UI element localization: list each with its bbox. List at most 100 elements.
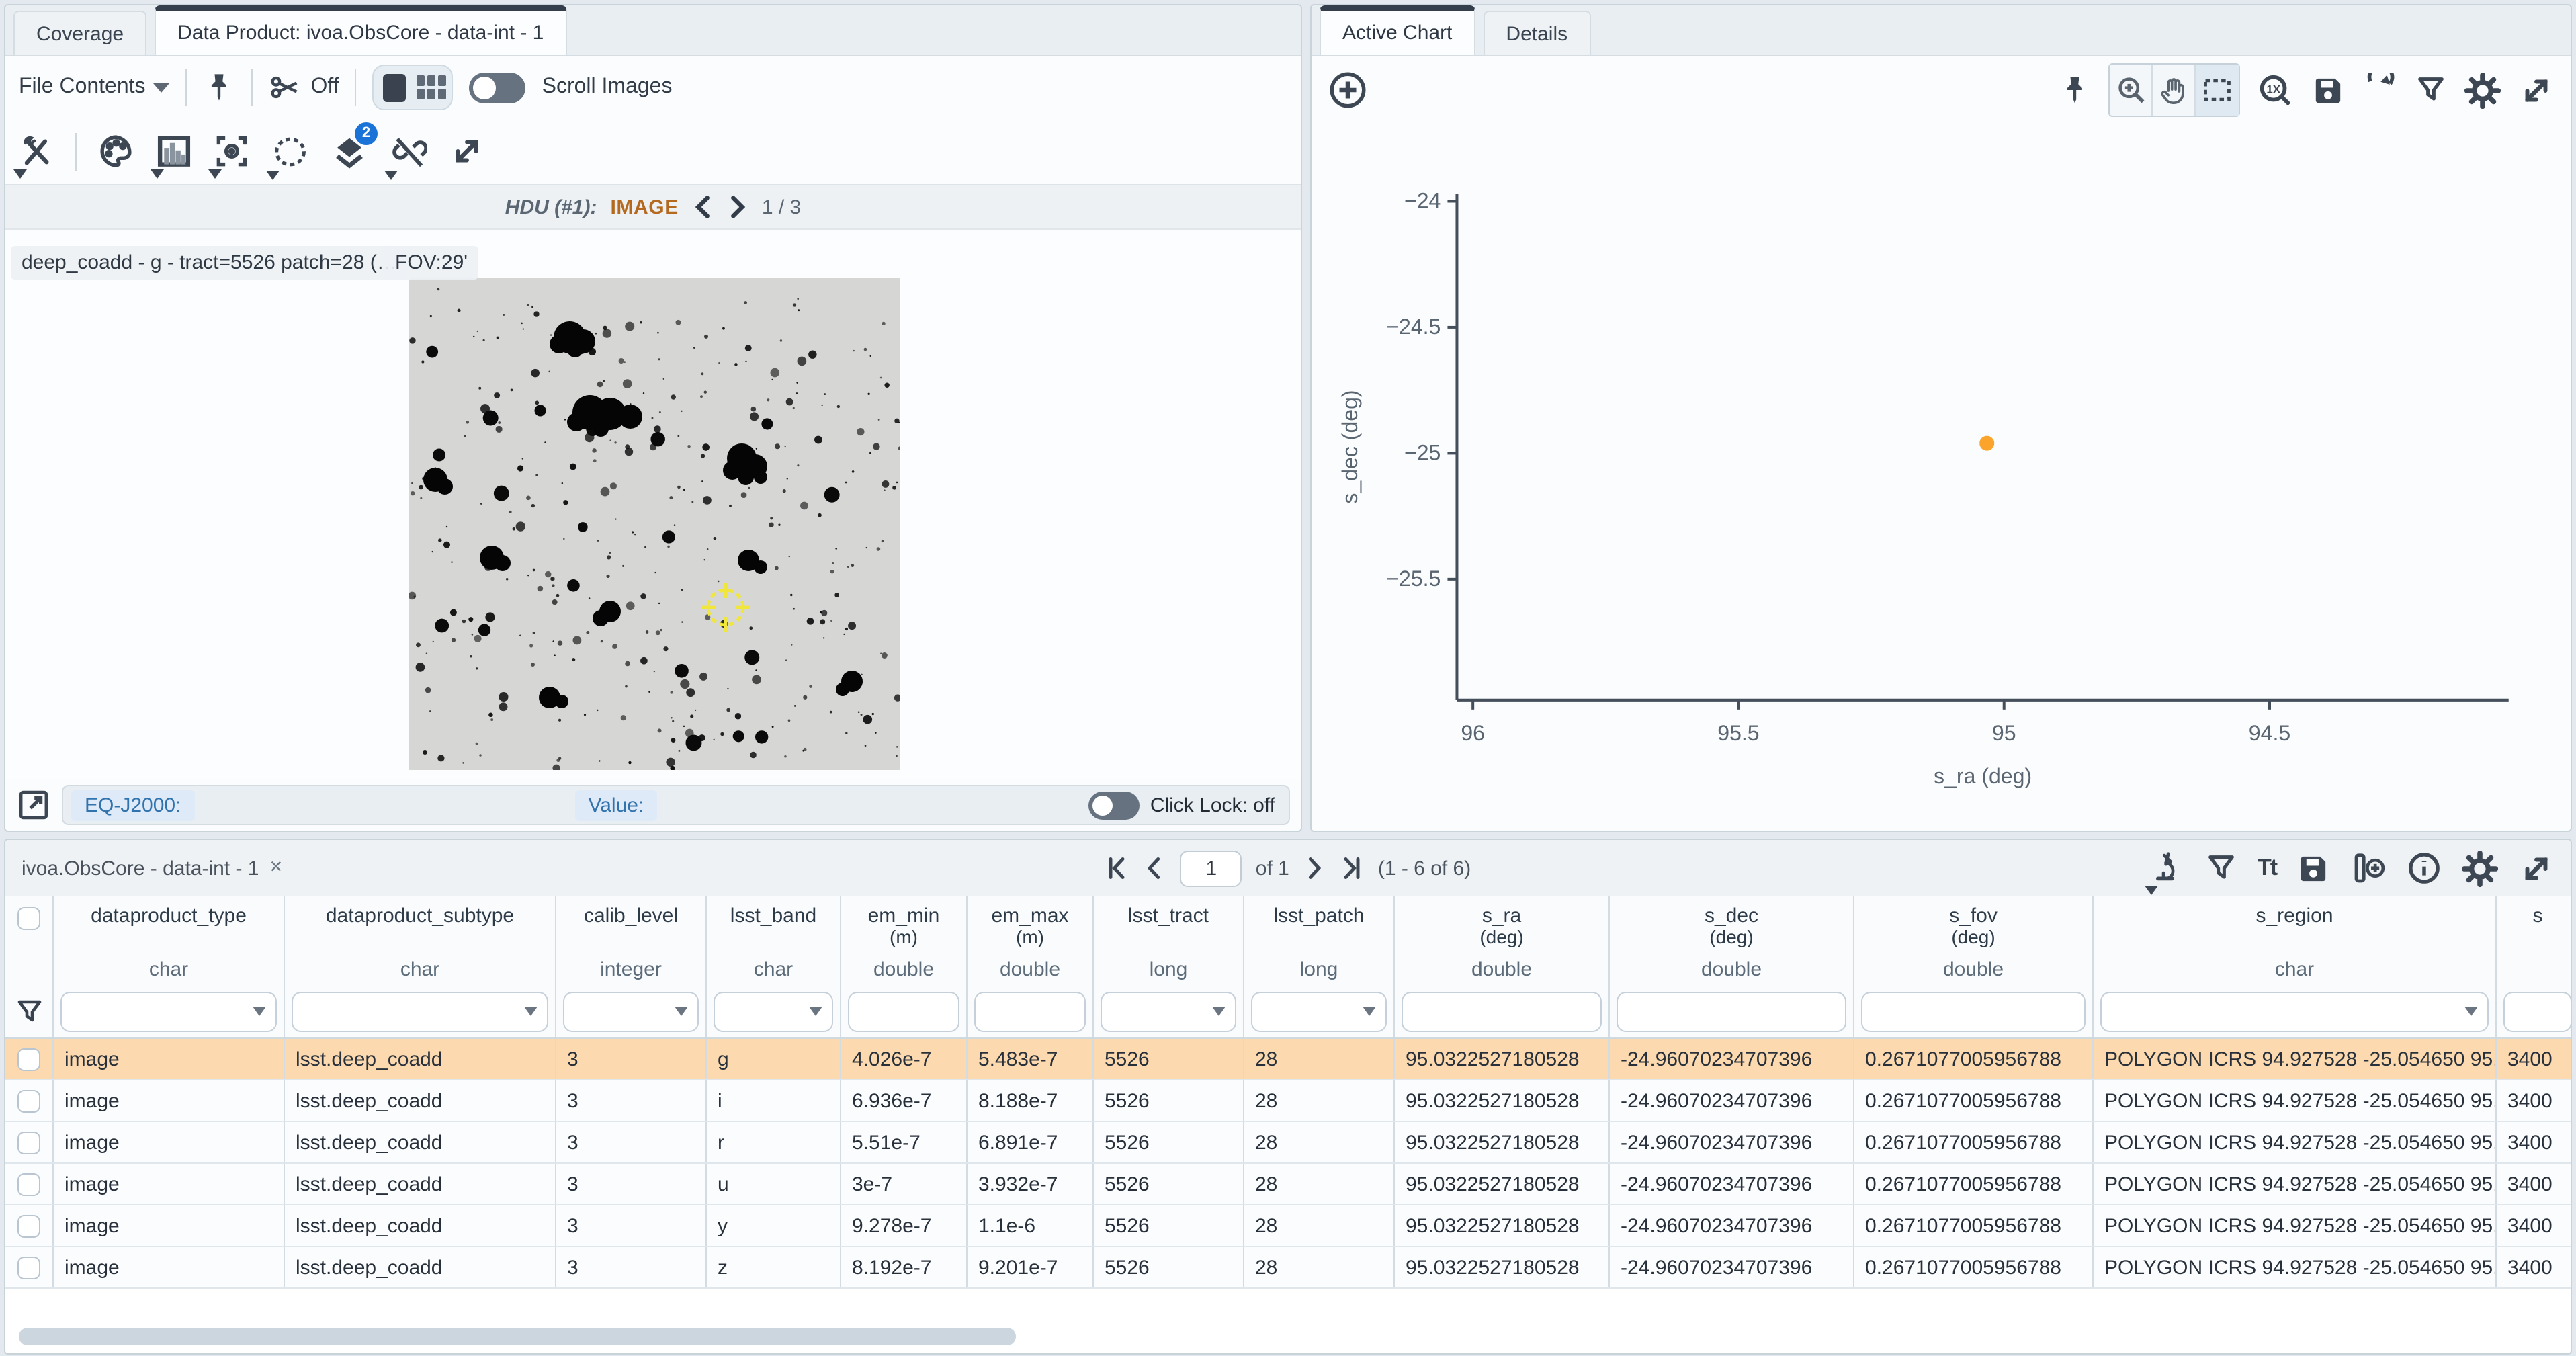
- table-cell: -24.96070234707396: [1610, 1122, 1854, 1162]
- color-palette-icon[interactable]: [98, 133, 134, 169]
- tools-icon[interactable]: [19, 134, 54, 169]
- pan-mode-button[interactable]: [2153, 65, 2196, 116]
- column-header-em_min[interactable]: em_min(m)double: [841, 896, 968, 985]
- file-contents-dropdown[interactable]: File Contents: [19, 75, 170, 99]
- click-lock-toggle[interactable]: [1088, 791, 1140, 819]
- previous-hdu-icon[interactable]: [692, 195, 714, 219]
- filter-input[interactable]: [2503, 991, 2571, 1031]
- data-point[interactable]: [1979, 436, 1994, 451]
- star: [834, 593, 839, 597]
- column-header-calib_level[interactable]: calib_levelinteger: [556, 896, 707, 985]
- text-view-icon[interactable]: Tt: [2258, 855, 2276, 882]
- single-view-button[interactable]: [378, 70, 411, 105]
- add-column-icon[interactable]: [2350, 850, 2387, 886]
- close-table-icon[interactable]: ×: [270, 856, 283, 880]
- column-header-s[interactable]: s: [2497, 896, 2571, 985]
- filter-input[interactable]: [1101, 991, 1236, 1031]
- scatter-chart[interactable]: −24−24.5−25−25.59695.59594.5s_ra (deg)s_…: [1312, 124, 2571, 831]
- unlink-wcs-icon[interactable]: [390, 132, 427, 170]
- filter-input[interactable]: [848, 991, 959, 1031]
- column-header-em_max[interactable]: em_max(m)double: [968, 896, 1094, 985]
- table-settings-icon[interactable]: [2462, 850, 2498, 886]
- coordinate-readout-label[interactable]: EQ-J2000:: [71, 790, 194, 820]
- table-row[interactable]: imagelsst.deep_coadd3g4.026e-75.483e-755…: [5, 1039, 2571, 1080]
- table-row[interactable]: imagelsst.deep_coadd3u3e-73.932e-7552628…: [5, 1164, 2571, 1205]
- zoom-in-mode-button[interactable]: [2110, 65, 2153, 116]
- table-row[interactable]: imagelsst.deep_coadd3z8.192e-79.201e-755…: [5, 1247, 2571, 1289]
- column-header-dataproduct_type[interactable]: dataproduct_typechar: [54, 896, 285, 985]
- recenter-icon[interactable]: [214, 133, 250, 169]
- scroll-images-toggle[interactable]: [470, 72, 526, 103]
- expand-icon[interactable]: [449, 133, 485, 169]
- tab-active-chart[interactable]: Active Chart: [1320, 5, 1475, 55]
- filter-input[interactable]: [1402, 991, 1602, 1031]
- restore-chart-icon[interactable]: [2362, 73, 2397, 108]
- data-inspector-icon[interactable]: [2150, 851, 2185, 886]
- last-page-icon[interactable]: [1340, 856, 1365, 880]
- save-chart-icon[interactable]: [2311, 73, 2345, 107]
- filter-row-icon[interactable]: [5, 985, 54, 1037]
- column-header-s_dec[interactable]: s_dec(deg)double: [1610, 896, 1854, 985]
- filter-table-icon[interactable]: [2205, 852, 2237, 884]
- filter-input[interactable]: [1861, 991, 2086, 1031]
- expand-chart-icon[interactable]: [2518, 72, 2554, 108]
- horizontal-scrollbar[interactable]: [19, 1328, 1016, 1345]
- tab-data-product[interactable]: Data Product: ivoa.ObsCore - data-int - …: [155, 5, 566, 55]
- stretch-histogram-icon[interactable]: [156, 133, 192, 169]
- select-region-icon[interactable]: [271, 132, 309, 170]
- table-row[interactable]: imagelsst.deep_coadd3y9.278e-71.1e-65526…: [5, 1205, 2571, 1247]
- layers-icon[interactable]: 2: [331, 132, 368, 170]
- filter-input[interactable]: [563, 991, 699, 1031]
- filter-chart-icon[interactable]: [2415, 74, 2447, 106]
- star: [832, 562, 834, 564]
- page-number-input[interactable]: [1180, 850, 1242, 886]
- fits-image[interactable]: [409, 278, 900, 770]
- star: [433, 449, 445, 462]
- filter-input[interactable]: [60, 991, 277, 1031]
- grid-view-button[interactable]: [416, 70, 448, 105]
- star: [663, 378, 664, 380]
- column-header-dataproduct_subtype[interactable]: dataproduct_subtypechar: [285, 896, 556, 985]
- add-chart-icon[interactable]: [1328, 70, 1368, 110]
- filter-input[interactable]: [1251, 991, 1387, 1031]
- row-checkbox[interactable]: [5, 1080, 54, 1121]
- pin-icon[interactable]: [204, 71, 236, 103]
- table-info-icon[interactable]: [2407, 851, 2442, 886]
- column-header-lsst_tract[interactable]: lsst_tractlong: [1094, 896, 1244, 985]
- expand-table-icon[interactable]: [2518, 850, 2554, 886]
- star: [411, 491, 415, 495]
- zoom-original-icon[interactable]: 1X: [2258, 72, 2294, 108]
- tab-coverage[interactable]: Coverage: [13, 11, 146, 55]
- table-row[interactable]: imagelsst.deep_coadd3i6.936e-78.188e-755…: [5, 1080, 2571, 1122]
- select-all-checkbox[interactable]: [5, 896, 54, 985]
- row-checkbox[interactable]: [5, 1205, 54, 1246]
- row-checkbox[interactable]: [5, 1164, 54, 1204]
- previous-page-icon[interactable]: [1143, 856, 1167, 880]
- filter-input[interactable]: [974, 991, 1086, 1031]
- column-header-lsst_patch[interactable]: lsst_patchlong: [1244, 896, 1395, 985]
- table-row[interactable]: imagelsst.deep_coadd3r5.51e-76.891e-7552…: [5, 1122, 2571, 1164]
- select-area-mode-button[interactable]: [2196, 65, 2239, 116]
- filter-input[interactable]: [714, 991, 833, 1031]
- next-page-icon[interactable]: [1303, 856, 1327, 880]
- filter-input[interactable]: [2100, 991, 2489, 1031]
- table-tab-label[interactable]: ivoa.ObsCore - data-int - 1: [22, 857, 259, 880]
- row-checkbox[interactable]: [5, 1247, 54, 1287]
- tab-details[interactable]: Details: [1483, 11, 1590, 55]
- row-checkbox[interactable]: [5, 1122, 54, 1162]
- first-page-icon[interactable]: [1105, 856, 1129, 880]
- value-readout-label[interactable]: Value:: [574, 790, 657, 820]
- pin-chart-icon[interactable]: [2059, 74, 2091, 106]
- filter-input[interactable]: [1617, 991, 1846, 1031]
- column-header-s_fov[interactable]: s_fov(deg)double: [1854, 896, 2094, 985]
- external-view-icon[interactable]: [16, 788, 51, 822]
- column-header-s_region[interactable]: s_regionchar: [2094, 896, 2497, 985]
- filter-input[interactable]: [292, 991, 548, 1031]
- column-header-s_ra[interactable]: s_ra(deg)double: [1395, 896, 1610, 985]
- chart-settings-icon[interactable]: [2464, 72, 2501, 108]
- next-hdu-icon[interactable]: [727, 195, 748, 219]
- crop-toggle-button[interactable]: Off: [269, 71, 339, 103]
- column-header-lsst_band[interactable]: lsst_bandchar: [707, 896, 841, 985]
- row-checkbox[interactable]: [5, 1039, 54, 1079]
- save-table-icon[interactable]: [2296, 851, 2330, 885]
